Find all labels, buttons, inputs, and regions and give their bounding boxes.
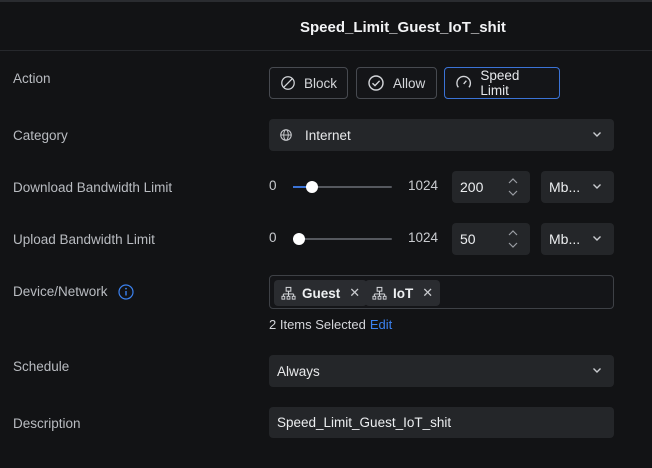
action-label: Action [13,71,51,86]
device-network-select[interactable]: Guest ✕ IoT ✕ [269,275,614,309]
description-input[interactable]: Speed_Limit_Guest_IoT_shit [269,407,614,438]
page-title: Speed_Limit_Guest_IoT_shit [300,19,506,36]
download-slider-thumb[interactable] [306,181,318,193]
block-button[interactable]: Block [269,67,348,99]
schedule-label: Schedule [13,359,70,374]
upload-min: 0 [269,230,277,245]
allow-button[interactable]: Allow [356,67,437,99]
stepper-arrows-icon[interactable] [506,175,520,199]
upload-label: Upload Bandwidth Limit [13,232,155,247]
category-select[interactable]: Internet [269,119,614,151]
category-label: Category [13,128,68,143]
chevron-down-icon [593,132,601,137]
chevron-down-icon [593,368,601,373]
download-unit-select[interactable]: Mb... [541,171,614,203]
upload-unit-select[interactable]: Mb... [541,223,614,255]
device-network-label: Device/Network [13,284,108,299]
schedule-select[interactable]: Always [269,355,614,387]
upload-slider[interactable] [293,233,392,245]
check-circle-icon [368,75,384,91]
device-chip-guest: Guest ✕ [274,280,368,306]
speedometer-icon [456,75,472,88]
upload-unit: Mb... [549,231,581,247]
panel-header: Speed_Limit_Guest_IoT_shit [0,2,652,51]
chevron-down-icon [593,236,601,241]
download-value-input[interactable]: 200 [452,171,530,203]
chevron-down-icon [593,184,601,189]
download-min: 0 [269,178,277,193]
upload-value-input[interactable]: 50 [452,223,530,255]
schedule-value: Always [277,363,320,379]
speed-limit-button-label: Speed Limit [480,68,520,98]
download-label: Download Bandwidth Limit [13,180,173,195]
allow-button-label: Allow [393,75,426,91]
device-chip-label: IoT [393,285,414,301]
download-unit: Mb... [549,179,581,195]
download-value: 200 [460,179,484,195]
remove-chip-icon[interactable]: ✕ [422,285,433,301]
edit-link[interactable]: Edit [370,317,392,332]
download-slider[interactable] [293,181,392,193]
upload-max: 1024 [408,230,439,245]
upload-slider-thumb[interactable] [293,233,305,245]
upload-value: 50 [460,231,476,247]
download-max: 1024 [408,178,439,193]
block-button-label: Block [303,75,337,91]
info-icon[interactable] [118,284,134,300]
description-label: Description [13,416,81,431]
device-chip-label: Guest [302,285,341,301]
category-value: Internet [305,127,351,143]
remove-chip-icon[interactable]: ✕ [349,285,360,301]
speed-limit-button[interactable]: Speed Limit [444,67,560,99]
description-value: Speed_Limit_Guest_IoT_shit [277,415,452,430]
device-chip-iot: IoT ✕ [365,280,441,306]
network-icon [281,286,296,300]
stepper-arrows-icon[interactable] [506,227,520,251]
selected-count-text: 2 Items Selected [269,317,366,332]
block-icon [281,76,295,90]
network-icon [372,286,387,300]
selected-count: 2 Items Selected Edit [269,317,392,332]
globe-icon [280,129,292,141]
